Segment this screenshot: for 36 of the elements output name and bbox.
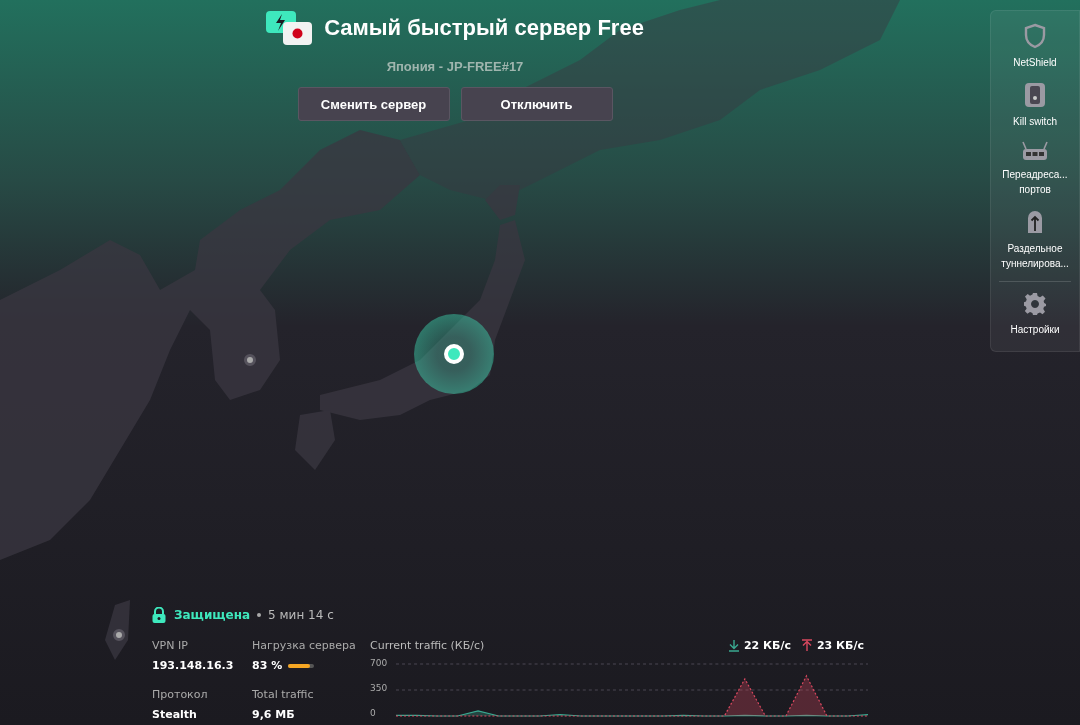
feature-button[interactable]: Раздельное туннелирова... [991, 205, 1079, 279]
separator-dot [257, 613, 262, 617]
switch-icon [1024, 82, 1046, 108]
server-title: Самый быстрый сервер Free [324, 15, 644, 41]
download-icon [727, 639, 740, 652]
shield-icon [1023, 23, 1047, 49]
axis-tick-label: 0 [370, 708, 377, 718]
stat-value: 193.148.16.3 [152, 659, 234, 672]
stat-label: Нагрузка сервера [252, 639, 357, 652]
upload-icon [800, 639, 813, 652]
stat-label: Total traffic [252, 688, 315, 701]
tunnel-icon [1026, 209, 1044, 235]
connection-status: Защищена [174, 608, 251, 622]
server-location: Япония - JP-FREE#17 [386, 59, 524, 74]
stat-value: Stealth [152, 708, 197, 721]
chart-title: Current traffic (КБ/с) [370, 639, 485, 652]
lock-icon [152, 607, 166, 623]
connection-duration: 5 мин 14 с [268, 608, 334, 622]
axis-tick-label: 350 [370, 683, 389, 693]
stat-label: Протокол [152, 688, 209, 701]
stat-label: VPN IP [152, 639, 189, 652]
feature-button[interactable]: NetShield [991, 19, 1079, 78]
settings-icon [1023, 292, 1047, 316]
action-button[interactable]: Отключить [460, 87, 613, 121]
upload-rate: 23 КБ/с [816, 639, 864, 652]
island-shape [105, 600, 130, 660]
feature-button[interactable]: Переадреса... портов [991, 137, 1079, 205]
stat-value: 9,6 МБ [252, 708, 295, 721]
feature-button[interactable]: Kill switch [991, 78, 1079, 137]
flag-bolt-icon [266, 11, 313, 45]
action-button[interactable]: Сменить сервер [297, 87, 450, 121]
feature-button[interactable]: Настройки [991, 288, 1079, 345]
stat-value: 83 % [252, 659, 283, 672]
axis-tick-label: 700 [370, 658, 389, 668]
router-icon [1022, 141, 1048, 161]
download-rate: 22 КБ/с [743, 639, 791, 652]
